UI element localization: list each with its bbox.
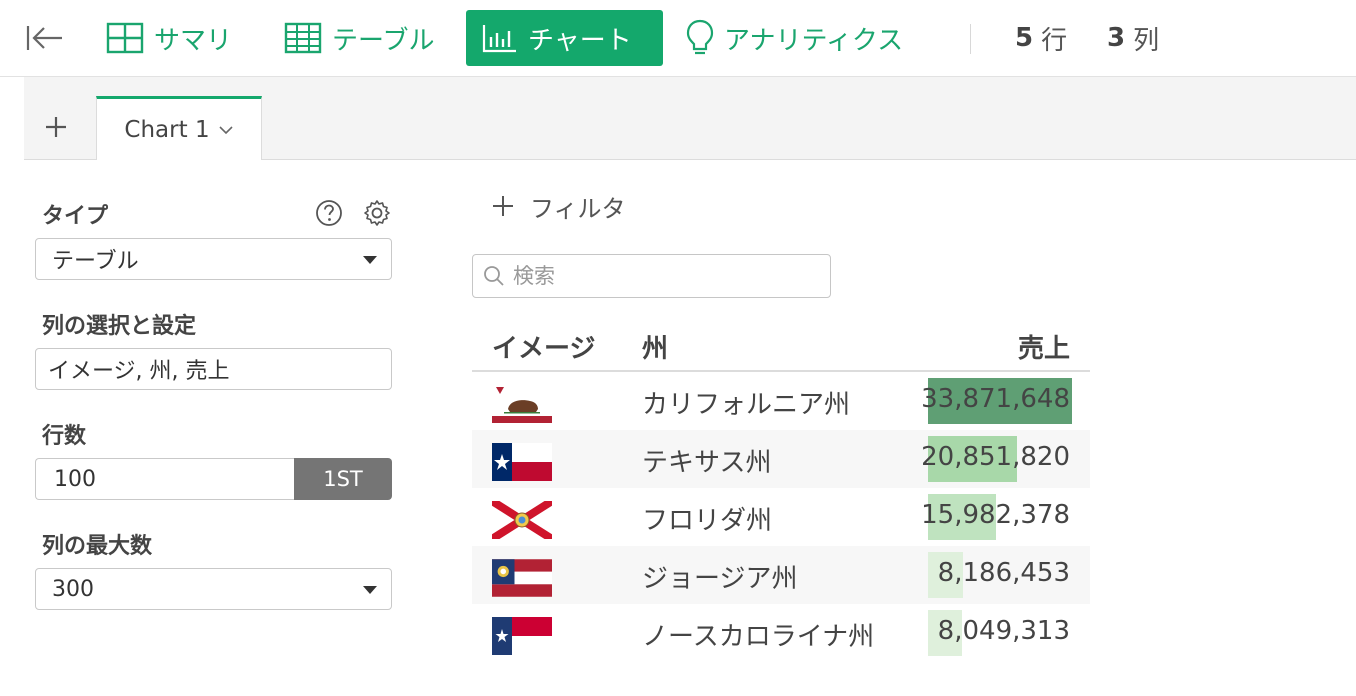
sales-value: 8,049,313 xyxy=(937,616,1070,646)
column-count-unit: 列 xyxy=(1133,25,1160,56)
chart-type-value: テーブル xyxy=(52,249,139,274)
max-columns-select[interactable]: 300 xyxy=(35,568,392,610)
header-sales[interactable]: 売上 xyxy=(1018,328,1070,365)
row-count-value: 5 xyxy=(1015,23,1034,53)
north-carolina-flag xyxy=(492,617,552,655)
nav-summary-label: サマリ xyxy=(154,25,233,56)
georgia-flag xyxy=(492,559,552,597)
add-filter-label: フィルタ xyxy=(530,194,626,223)
state-name: ジョージア州 xyxy=(642,564,798,594)
chevron-down-icon xyxy=(219,126,233,135)
chart-tab-strip: Chart 1 xyxy=(24,77,1356,161)
california-flag xyxy=(492,385,552,423)
collapse-sidebar-icon[interactable] xyxy=(22,20,66,56)
state-name: テキサス州 xyxy=(642,448,772,478)
toolbar-divider xyxy=(970,24,971,54)
table-row: ジョージア州 8,186,453 xyxy=(472,546,1090,604)
florida-flag xyxy=(492,501,552,539)
table-header: イメージ 州 売上 xyxy=(472,318,1090,372)
gear-icon[interactable] xyxy=(362,198,392,228)
sales-value: 20,851,820 xyxy=(921,442,1070,472)
table-row: テキサス州 20,851,820 xyxy=(472,430,1090,488)
bar-chart-icon xyxy=(482,25,516,53)
caret-down-icon xyxy=(363,256,377,264)
type-label: タイプ xyxy=(42,204,109,229)
add-tab-button[interactable] xyxy=(38,109,74,145)
columns-label: 列の選択と設定 xyxy=(42,314,197,339)
search-icon xyxy=(484,266,504,286)
nav-analytics-button[interactable]: アナリティクス xyxy=(670,10,919,66)
rows-label: 行数 xyxy=(42,424,87,449)
header-state[interactable]: 州 xyxy=(642,328,668,365)
columns-value: イメージ, 州, 売上 xyxy=(48,359,230,384)
help-icon[interactable] xyxy=(314,198,344,228)
nav-table-label: テーブル xyxy=(332,25,435,56)
table-row: フロリダ州 15,982,378 xyxy=(472,488,1090,546)
table-row: カリフォルニア州 33,871,648 xyxy=(472,372,1090,430)
tab-chart-1[interactable]: Chart 1 xyxy=(96,96,262,161)
max-columns-label: 列の最大数 xyxy=(42,534,153,559)
state-name: フロリダ州 xyxy=(642,506,773,536)
rows-input[interactable]: 100 xyxy=(35,458,295,500)
caret-down-icon xyxy=(363,586,377,594)
search-input[interactable] xyxy=(513,264,813,288)
top-toolbar: サマリ テーブル チャート アナリティクス 5 行 3 列 xyxy=(0,0,1356,77)
data-table: イメージ 州 売上 カリフォルニア州 33,871,648 テキサス州 20,8… xyxy=(472,318,1090,662)
plus-icon xyxy=(493,196,513,216)
first-rows-button[interactable]: 1ST xyxy=(294,458,392,500)
column-count-value: 3 xyxy=(1107,23,1126,53)
plus-icon xyxy=(46,117,66,137)
sales-value: 33,871,648 xyxy=(921,384,1070,414)
max-columns-value: 300 xyxy=(52,576,94,602)
column-count-stat: 3 列 xyxy=(1107,20,1159,56)
table-search xyxy=(472,254,831,298)
table-icon xyxy=(284,22,322,54)
row-count-stat: 5 行 xyxy=(1015,20,1067,56)
row-count-unit: 行 xyxy=(1041,25,1068,56)
state-name: ノースカロライナ州 xyxy=(642,622,875,652)
state-name: カリフォルニア州 xyxy=(642,390,851,420)
chart-type-select[interactable]: テーブル xyxy=(35,238,392,280)
sales-value: 15,982,378 xyxy=(921,500,1070,530)
sales-value: 8,186,453 xyxy=(937,558,1070,588)
nav-summary-button[interactable]: サマリ xyxy=(90,10,248,66)
tab-chart-1-label: Chart 1 xyxy=(124,117,210,143)
grid-icon xyxy=(106,22,144,54)
table-row: ノースカロライナ州 8,049,313 xyxy=(472,604,1090,662)
texas-flag xyxy=(492,443,552,481)
header-image[interactable]: イメージ xyxy=(492,328,595,365)
nav-chart-button[interactable]: チャート xyxy=(466,10,663,66)
chart-settings-panel: タイプ テーブル 列の選択と設定 イメージ, 州, 売上 行数 100 1ST … xyxy=(24,160,414,696)
nav-table-button[interactable]: テーブル xyxy=(268,10,450,66)
nav-chart-label: チャート xyxy=(528,25,632,56)
lightbulb-icon xyxy=(686,19,714,55)
columns-field[interactable]: イメージ, 州, 売上 xyxy=(35,348,392,390)
add-filter-button[interactable]: フィルタ xyxy=(492,188,626,224)
rows-value: 100 xyxy=(54,466,96,492)
nav-analytics-label: アナリティクス xyxy=(724,25,904,56)
